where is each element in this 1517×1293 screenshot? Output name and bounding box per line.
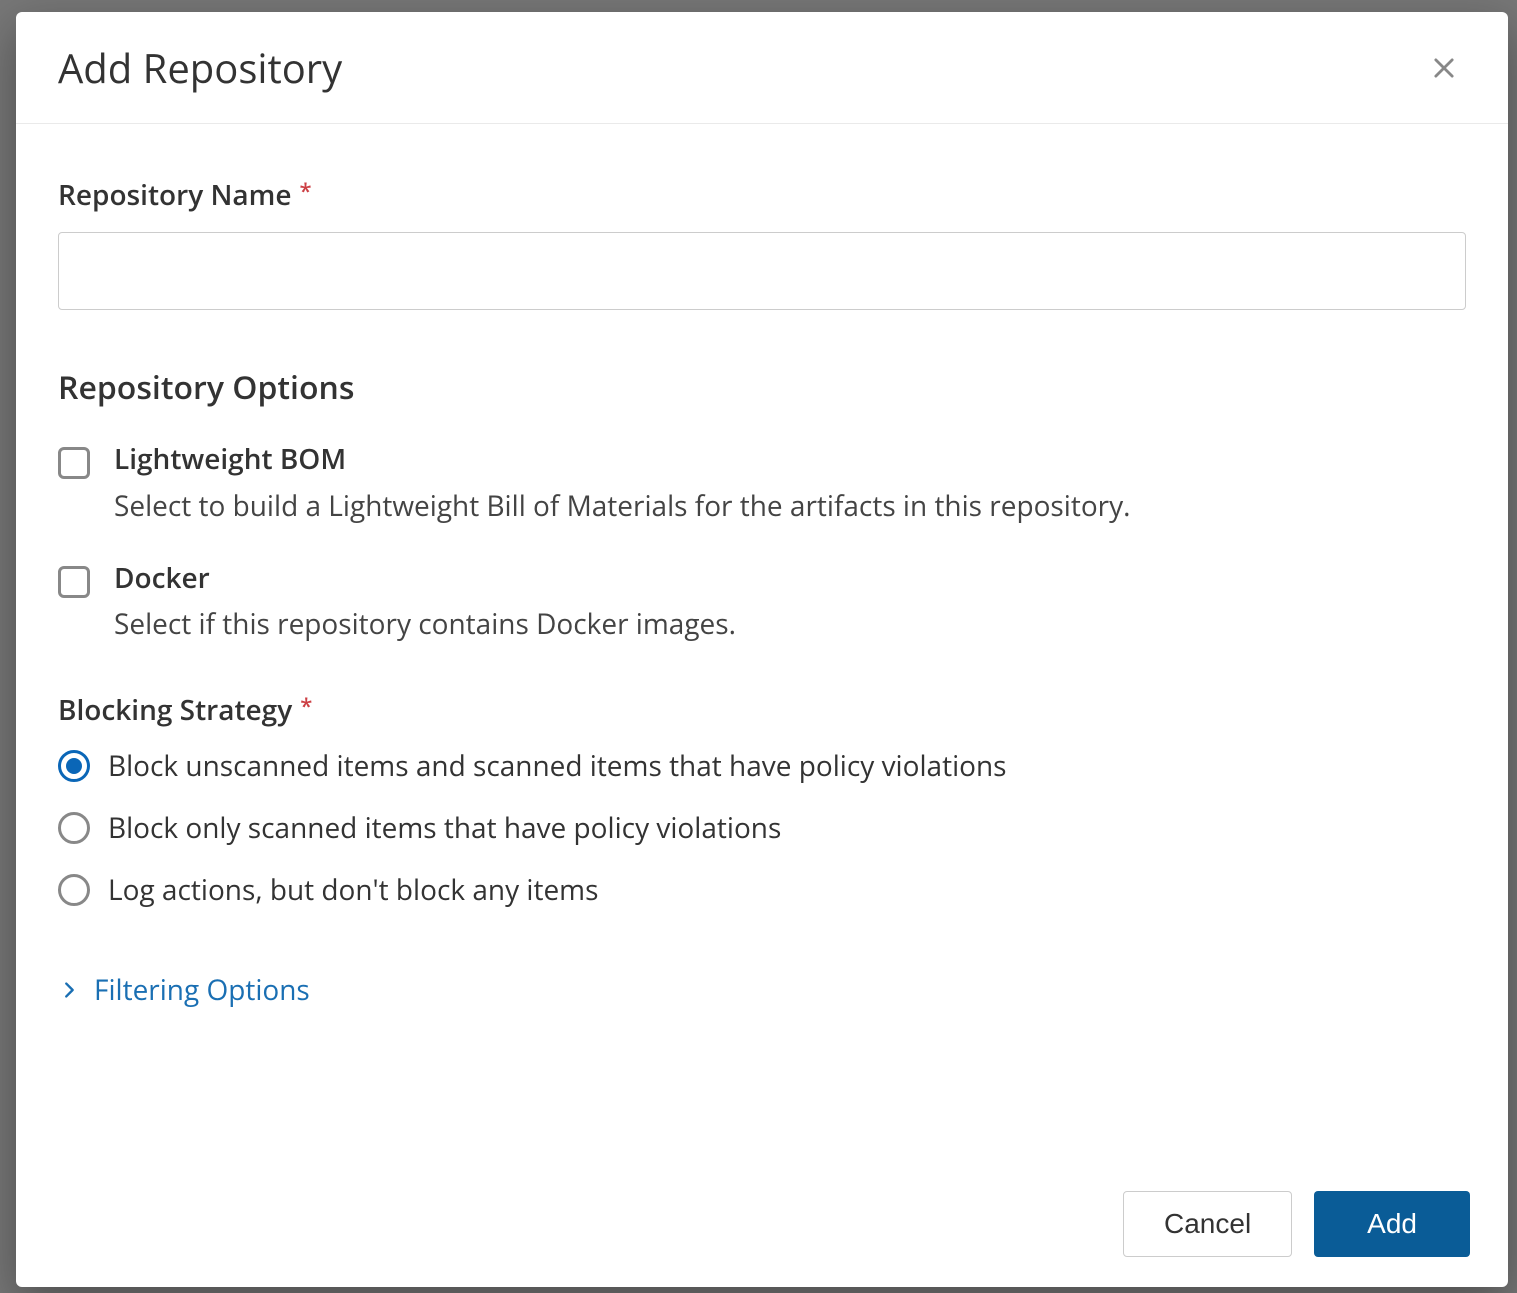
required-marker: * xyxy=(300,176,312,206)
close-icon xyxy=(1430,54,1458,82)
modal-title: Add Repository xyxy=(58,40,342,95)
blocking-strategy-label: Blocking Strategy * xyxy=(58,691,1466,729)
cancel-button[interactable]: Cancel xyxy=(1123,1191,1292,1257)
blocking-strategy-label-text: Blocking Strategy xyxy=(58,691,292,729)
lightweight-bom-title: Lightweight BOM xyxy=(114,443,1131,477)
blocking-option-0-label: Block unscanned items and scanned items … xyxy=(108,747,1007,785)
option-docker: Docker Select if this repository contain… xyxy=(58,562,1466,645)
docker-desc: Select if this repository contains Docke… xyxy=(114,605,736,644)
repo-name-label: Repository Name * xyxy=(58,176,1466,214)
blocking-option-1[interactable]: Block only scanned items that have polic… xyxy=(58,809,1466,847)
repo-options-heading: Repository Options xyxy=(58,366,1466,409)
lightweight-bom-desc: Select to build a Lightweight Bill of Ma… xyxy=(114,487,1131,526)
radio-inner-dot xyxy=(66,758,82,774)
modal-header: Add Repository xyxy=(16,12,1508,124)
add-button[interactable]: Add xyxy=(1314,1191,1470,1257)
option-text: Lightweight BOM Select to build a Lightw… xyxy=(114,443,1131,526)
option-lightweight-bom: Lightweight BOM Select to build a Lightw… xyxy=(58,443,1466,526)
radio-unselected-icon xyxy=(58,874,90,906)
repo-name-input[interactable] xyxy=(58,232,1466,310)
option-text: Docker Select if this repository contain… xyxy=(114,562,736,645)
blocking-option-1-label: Block only scanned items that have polic… xyxy=(108,809,781,847)
required-marker: * xyxy=(300,691,312,721)
filtering-options-label: Filtering Options xyxy=(94,971,310,1009)
lightweight-bom-checkbox[interactable] xyxy=(58,447,90,479)
blocking-strategy-radio-group: Block unscanned items and scanned items … xyxy=(58,747,1466,909)
blocking-option-0[interactable]: Block unscanned items and scanned items … xyxy=(58,747,1466,785)
filtering-options-toggle[interactable]: Filtering Options xyxy=(58,971,1466,1009)
docker-title: Docker xyxy=(114,562,736,596)
close-button[interactable] xyxy=(1422,46,1466,90)
add-repository-modal: Add Repository Repository Name * Reposit… xyxy=(16,12,1508,1287)
modal-body: Repository Name * Repository Options Lig… xyxy=(16,124,1508,1191)
modal-footer: Cancel Add xyxy=(16,1191,1508,1287)
docker-checkbox[interactable] xyxy=(58,566,90,598)
radio-unselected-icon xyxy=(58,812,90,844)
chevron-right-icon xyxy=(58,979,80,1001)
repo-name-label-text: Repository Name xyxy=(58,176,292,214)
radio-selected-icon xyxy=(58,750,90,782)
blocking-option-2-label: Log actions, but don't block any items xyxy=(108,871,598,909)
blocking-option-2[interactable]: Log actions, but don't block any items xyxy=(58,871,1466,909)
